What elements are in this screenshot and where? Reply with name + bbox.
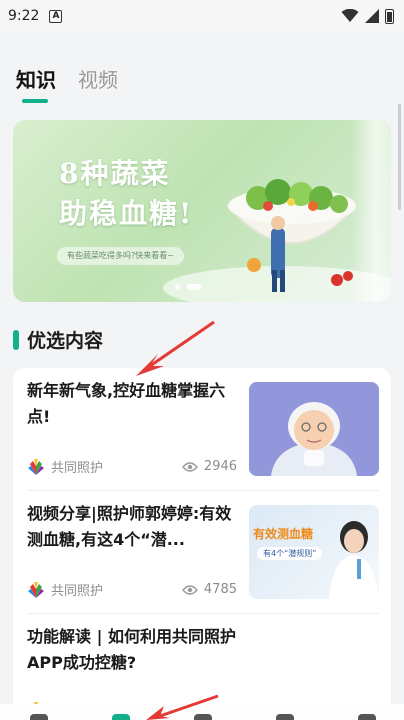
article-source: 共同照护 (51, 461, 104, 476)
source-logo-icon (28, 458, 44, 475)
eye-icon (181, 584, 198, 595)
view-count-value: 2946 (203, 459, 237, 474)
salad-illustration (163, 179, 391, 302)
article-source: 共同照护 (51, 584, 104, 599)
article-title: 功能解读 | 如何利用共同照护APP成功控糖? (27, 627, 236, 672)
status-bar: 9:22 A (0, 0, 404, 32)
pagination-dot[interactable] (175, 284, 181, 290)
tab-video-label: 视频 (78, 68, 118, 92)
view-count: 2946 (181, 459, 237, 474)
article-card[interactable]: 视频分享|照护师郭婷婷:有效测血糖,有这4个“潜... 共同照护 4785 有效… (13, 491, 391, 613)
elderly-woman-illustration (249, 382, 379, 476)
tab-knowledge-label: 知识 (16, 68, 56, 92)
article-thumbnail[interactable] (249, 382, 379, 476)
section-header: 优选内容 (13, 326, 103, 353)
pagination-dot-active[interactable] (187, 284, 201, 290)
article-title: 新年新气象,控好血糖掌握六点! (27, 381, 226, 426)
article-list: 新年新气象,控好血糖掌握六点! 共同照护 2946 视频分享|照护师郭婷婷:有效… (13, 368, 391, 720)
promo-banner[interactable]: 8种蔬菜 助稳血糖! 有些蔬菜吃得多吗?快来看看~ (13, 120, 391, 302)
nav-profile-icon[interactable] (358, 714, 376, 720)
scrollbar-thumb[interactable] (398, 104, 401, 210)
section-accent-bar (13, 329, 19, 350)
source-logo-icon (28, 581, 44, 598)
nav-home-icon[interactable] (30, 714, 48, 720)
nurse-photo (329, 521, 379, 599)
article-thumbnail[interactable]: 有效测血糖 有4个“潜规则” (249, 505, 379, 599)
notification-icon: A (49, 9, 63, 23)
nav-message-icon[interactable] (276, 714, 294, 720)
tab-knowledge[interactable]: 知识 (16, 66, 56, 103)
content-tabs: 知识 视频 (16, 66, 118, 103)
article-card[interactable]: 新年新气象,控好血糖掌握六点! 共同照护 2946 (13, 368, 391, 490)
article-title: 视频分享|照护师郭婷婷:有效测血糖,有这4个“潜... (27, 504, 232, 549)
tab-video[interactable]: 视频 (78, 66, 118, 94)
status-time: 9:22 (8, 8, 40, 24)
banner-pagination (175, 284, 201, 290)
battery-icon (385, 8, 394, 24)
eye-icon (181, 461, 198, 472)
article-meta: 共同照护 2946 (27, 457, 237, 476)
nav-knowledge-icon[interactable] (112, 714, 130, 720)
section-title: 优选内容 (27, 330, 104, 352)
nav-service-icon[interactable] (194, 714, 212, 720)
article-meta: 共同照护 4785 (27, 580, 237, 599)
active-tab-indicator (22, 99, 48, 103)
view-count-value: 4785 (203, 582, 237, 597)
bottom-navigation (0, 704, 404, 720)
wifi-icon (341, 9, 359, 22)
view-count: 4785 (181, 582, 237, 597)
signal-icon (365, 9, 379, 23)
